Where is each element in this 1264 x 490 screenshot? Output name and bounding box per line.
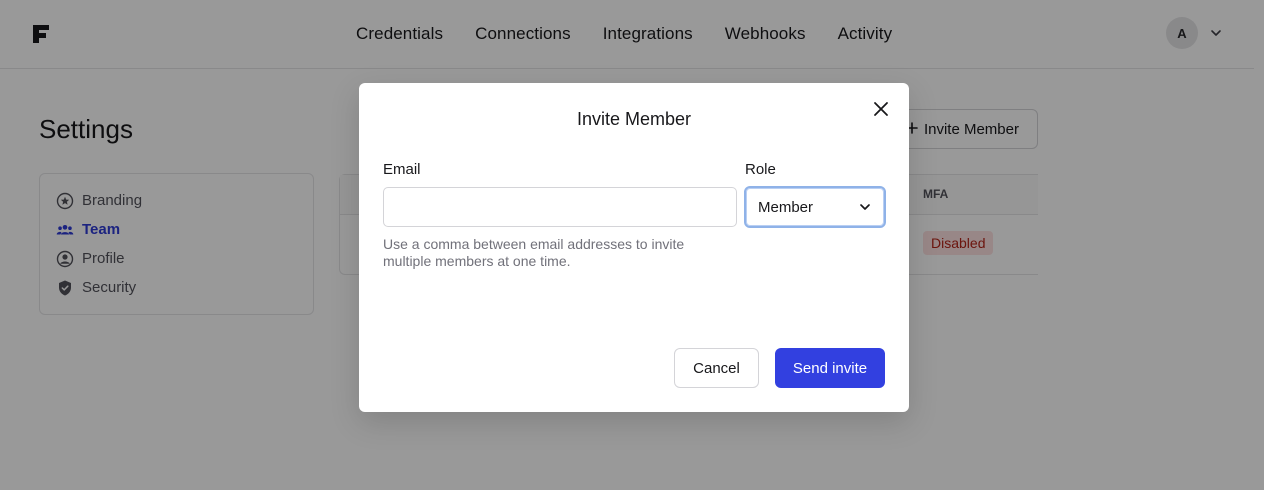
- chevron-down-icon: [860, 204, 870, 210]
- role-selected-value: Member: [758, 198, 814, 216]
- role-select[interactable]: Member: [744, 186, 886, 228]
- invite-member-dialog: Invite Member Email Use a comma between …: [359, 83, 909, 412]
- email-helper-text: Use a comma between email addresses to i…: [383, 236, 685, 269]
- role-label: Role: [745, 161, 776, 178]
- dialog-title: Invite Member: [576, 109, 692, 129]
- cancel-button[interactable]: Cancel: [674, 348, 759, 388]
- email-field[interactable]: [383, 187, 737, 227]
- close-icon: [874, 102, 888, 116]
- send-invite-button[interactable]: Send invite: [775, 348, 885, 388]
- email-label: Email: [383, 161, 421, 178]
- close-button[interactable]: [870, 98, 892, 120]
